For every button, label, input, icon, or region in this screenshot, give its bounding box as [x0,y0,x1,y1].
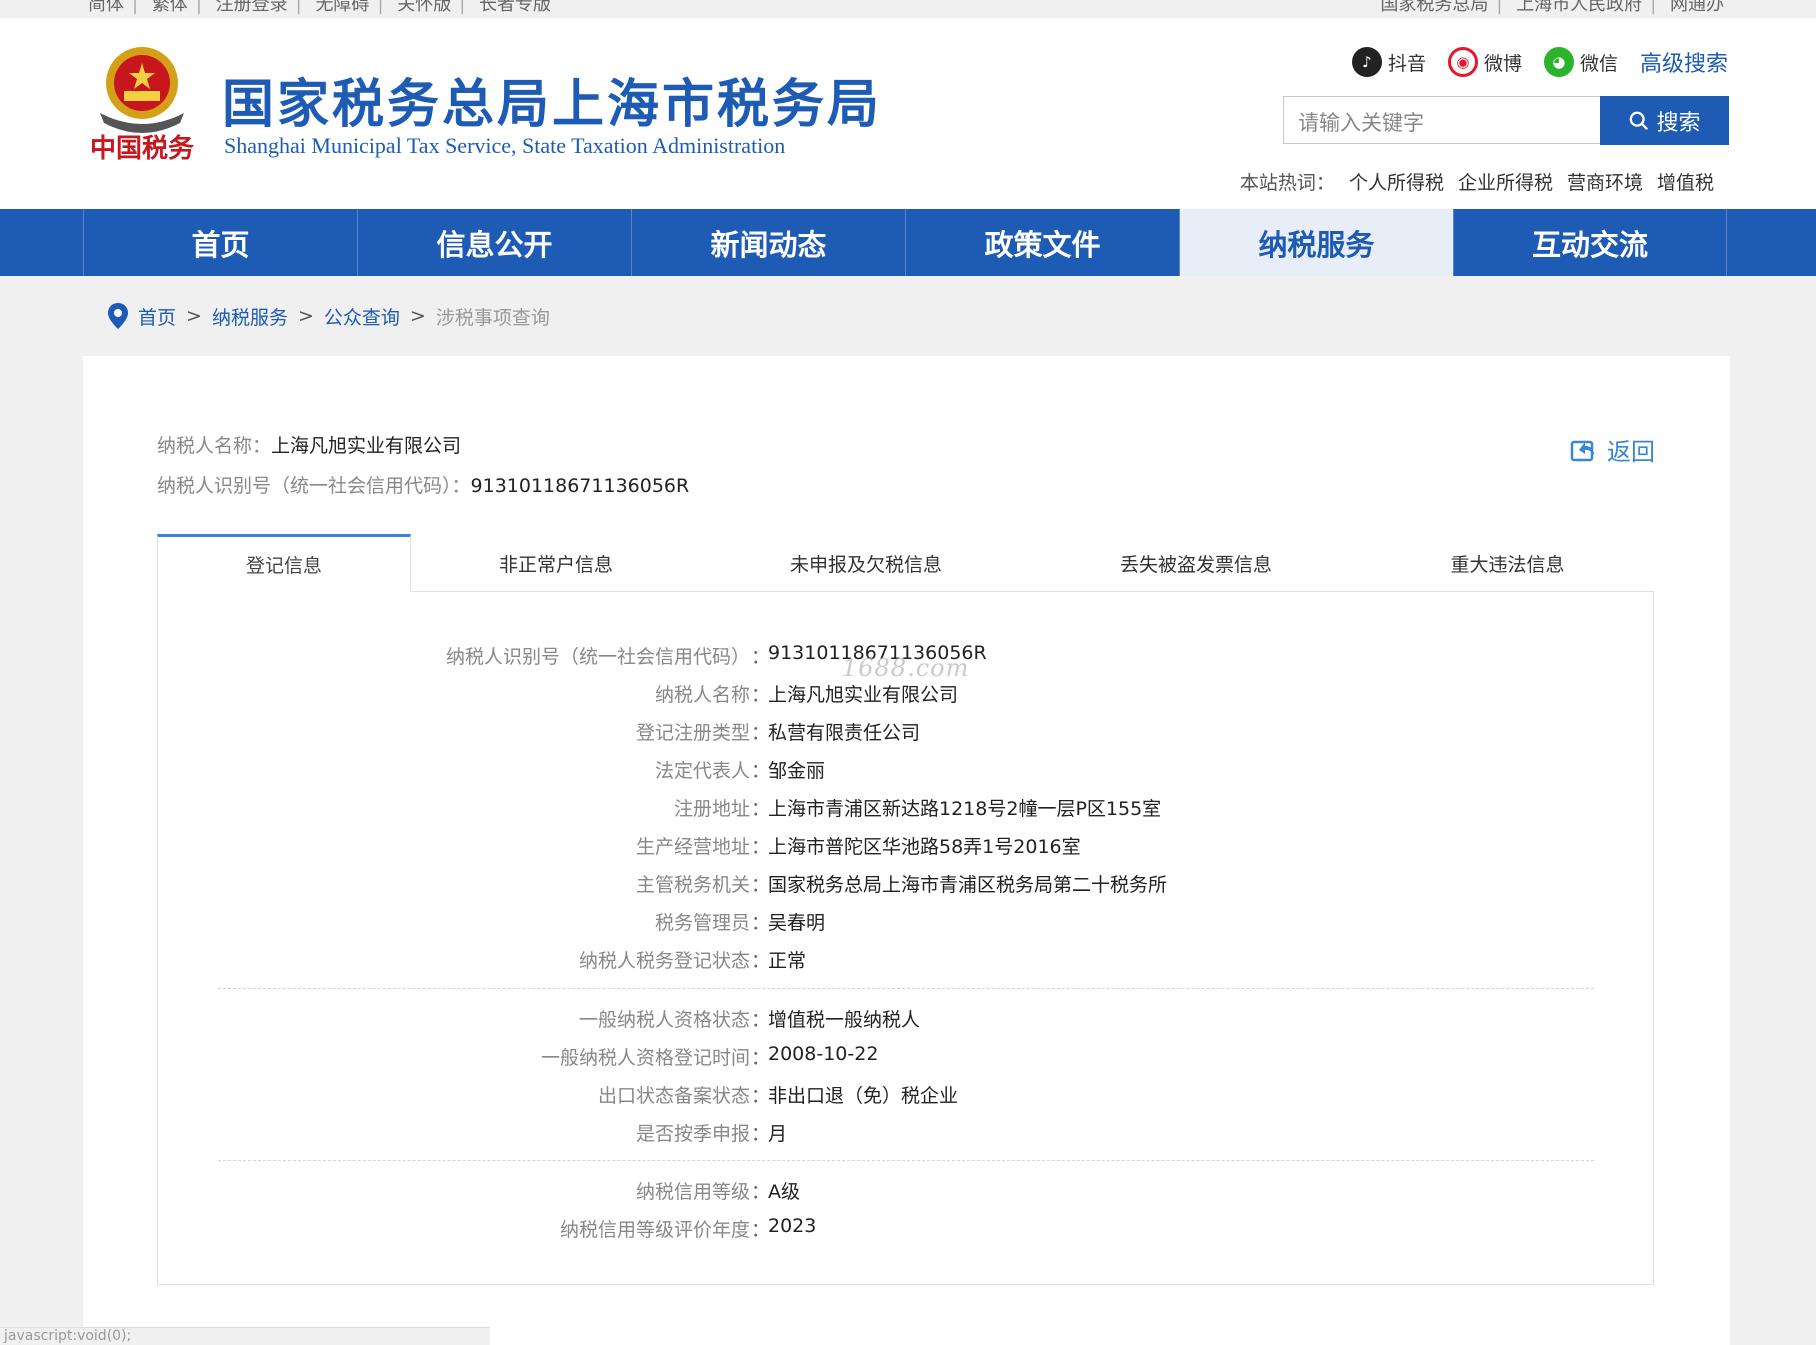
watermark: 1688.com [842,654,970,682]
record-row: 一般纳税人资格登记时间： 2008-10-22 [540,1043,879,1069]
link-simplified[interactable]: 简体 [88,0,124,15]
link-elder-version[interactable]: 长者专版 [479,0,551,15]
weibo-icon: ◉ [1447,47,1478,77]
nav-tax-service[interactable]: 纳税服务 [1179,209,1453,276]
top-links-left: 简体 | 繁体 | 注册登录 | 无障碍 | 关怀版 | 长者专版 [88,0,551,16]
taxpayer-id-value: 91310118671136056R [470,475,690,497]
link-login[interactable]: 注册登录 [216,0,288,15]
tab-lost-invoices[interactable]: 丢失被盗发票信息 [1031,534,1361,592]
wechat-label: 微信 [1579,52,1618,75]
record-row: 是否按季申报：月 [635,1123,788,1145]
tab-major-violations[interactable]: 重大违法信息 [1361,534,1654,592]
record-row: 主管税务机关：国家税务总局上海市青浦区税务局第二十税务所 [635,874,1168,896]
hot-words: 本站热词： 个人所得税 企业所得税 营商环境 增值税 [1240,168,1714,195]
link-sta[interactable]: 国家税务总局 [1380,0,1488,15]
site-header: 中国税务 国家税务总局上海市税务局 Shanghai Municipal Tax… [0,18,1816,209]
record-row: 纳税人税务登记状态：正常 [578,950,807,972]
main-card: 纳税人名称：上海凡旭实业有限公司 纳税人识别号（统一社会信用代码）：913101… [83,356,1730,1345]
seal-lettering: 中国税务 [90,134,194,161]
breadcrumb-tax-service[interactable]: 纳税服务 [212,303,288,330]
hot-word[interactable]: 增值税 [1657,168,1714,195]
tab-abnormal[interactable]: 非正常户信息 [411,534,701,592]
taxpayer-id-label: 纳税人识别号（统一社会信用代码）： [157,475,471,497]
breadcrumb-current: 涉税事项查询 [435,306,550,329]
back-icon [1570,440,1594,461]
douyin-label: 抖音 [1387,52,1426,75]
search-input[interactable]: 请输入关键字 [1283,96,1601,144]
back-button[interactable]: 返回 [1569,432,1655,467]
section-divider [218,988,1594,989]
taxpayer-name-line: 纳税人名称：上海凡旭实业有限公司 [157,431,461,458]
record-row: 一般纳税人资格状态：增值税一般纳税人 [578,1009,921,1031]
record-row: 法定代表人：邹金丽 [654,760,826,782]
record-row: 纳税信用等级评价年度： 2023 [559,1215,817,1241]
tab-undeclared-arrears[interactable]: 未申报及欠税信息 [701,534,1031,592]
douyin-link[interactable]: ♪ 抖音 [1351,47,1426,77]
record-row: 纳税信用等级： A级 [635,1181,800,1203]
section-divider [218,1160,1594,1161]
record-row: 生产经营地址：上海市普陀区华池路58弄1号2016室 [635,836,1081,858]
record-row: 出口状态备案状态：非出口退（免）税企业 [597,1085,959,1107]
nav-interaction[interactable]: 互动交流 [1453,209,1727,276]
breadcrumb: 首页 > 纳税服务 > 公众查询 > 涉税事项查询 [106,302,550,330]
hot-word[interactable]: 企业所得税 [1458,168,1553,195]
link-one-net[interactable]: 网通办 [1670,0,1724,15]
site-subtitle: Shanghai Municipal Tax Service, State Ta… [224,133,786,158]
tax-emblem-logo[interactable]: 中国税务 [86,43,198,161]
link-shanghai-gov[interactable]: 上海市人民政府 [1516,0,1642,15]
registration-panel: 纳税人识别号（统一社会信用代码）： 91310118671136056R 纳税人名… [157,592,1654,1285]
taxpayer-name-value: 上海凡旭实业有限公司 [271,435,462,457]
wechat-icon: ◕ [1543,47,1574,77]
nav-news[interactable]: 新闻动态 [631,209,905,276]
hot-word[interactable]: 营商环境 [1567,168,1643,195]
record-row: 税务管理员：吴春明 [654,912,826,934]
advanced-search-link[interactable]: 高级搜索 [1640,46,1728,78]
tab-registration[interactable]: 登记信息 [157,534,411,593]
douyin-icon: ♪ [1351,47,1382,77]
back-label: 返回 [1607,438,1655,466]
link-traditional[interactable]: 繁体 [152,0,188,15]
browser-status-bar: javascript:void(0); [0,1327,490,1345]
nav-home[interactable]: 首页 [83,209,357,276]
breadcrumb-public-query[interactable]: 公众查询 [324,303,400,330]
weibo-link[interactable]: ◉ 微博 [1447,47,1522,77]
hot-word[interactable]: 个人所得税 [1349,168,1444,195]
location-pin-icon [108,303,128,329]
link-care-version[interactable]: 关怀版 [397,0,451,15]
record-row: 注册地址：上海市青浦区新达路1218号2幢一层P区155室 [673,798,1162,820]
nav-info-disclosure[interactable]: 信息公开 [357,209,631,276]
main-nav: 首页 信息公开 新闻动态 政策文件 纳税服务 互动交流 [0,209,1816,276]
search-button-label: 搜索 [1656,110,1701,136]
nav-policy[interactable]: 政策文件 [905,209,1179,276]
site-title: 国家税务总局上海市税务局 [222,75,883,135]
record-row: 纳税人名称：上海凡旭实业有限公司 [654,684,959,706]
breadcrumb-home[interactable]: 首页 [138,303,176,330]
wechat-link[interactable]: ◕ 微信 [1543,47,1618,77]
top-utility-bar: 简体 | 繁体 | 注册登录 | 无障碍 | 关怀版 | 长者专版 国家税务总局 | 上海市… [0,0,1816,18]
taxpayer-id-line: 纳税人识别号（统一社会信用代码）：91310118671136056R [157,471,689,498]
record-row: 登记注册类型：私营有限责任公司 [635,722,921,744]
tab-bar: 登记信息 非正常户信息 未申报及欠税信息 丢失被盗发票信息 重大违法信息 [157,534,1654,593]
hot-words-label: 本站热词： [1239,172,1335,194]
search-icon [1630,111,1649,130]
social-links: ♪ 抖音 ◉ 微博 ◕ 微信 高级搜索 [1351,46,1728,78]
search-button[interactable]: 搜索 [1600,96,1729,145]
taxpayer-name-label: 纳税人名称： [157,435,272,457]
top-links-right: 国家税务总局 | 上海市人民政府 | 网通办 [1380,0,1724,16]
link-accessibility[interactable]: 无障碍 [315,0,369,15]
weibo-label: 微博 [1483,52,1522,75]
